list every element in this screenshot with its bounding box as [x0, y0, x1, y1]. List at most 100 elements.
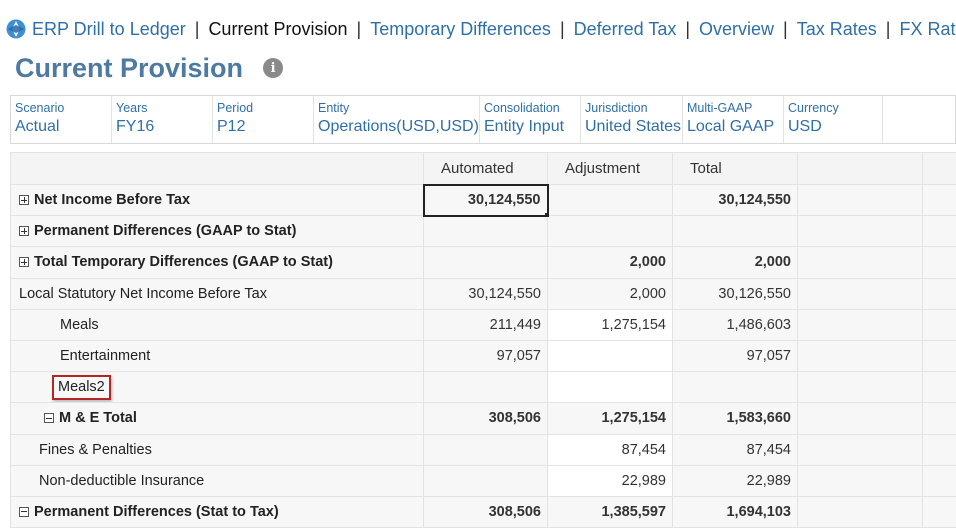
- cell-empty: [922, 277, 956, 310]
- pov-multi-gaap[interactable]: Multi-GAAP Local GAAP: [683, 96, 784, 143]
- table-row: Fines & Penalties 87,454 87,454: [10, 433, 956, 466]
- pov-entity-value[interactable]: Operations(USD,USD): [318, 116, 479, 138]
- row-header-m-e-total[interactable]: M & E Total: [10, 402, 424, 435]
- highlighted-row-label[interactable]: Meals2: [52, 374, 111, 400]
- row-header-fines-penalties[interactable]: Fines & Penalties: [10, 433, 424, 466]
- cell-automated[interactable]: 97,057: [423, 339, 548, 373]
- cell-total[interactable]: [672, 215, 798, 248]
- cell-automated[interactable]: [423, 433, 548, 466]
- row-header-net-income-before-tax[interactable]: Net Income Before Tax: [10, 183, 424, 217]
- cell-adjustment[interactable]: [547, 215, 673, 248]
- table-row: Net Income Before Tax 30,124,550 30,124,…: [10, 183, 956, 217]
- cell-empty: [797, 433, 923, 466]
- cell-adjustment[interactable]: 1,385,597: [547, 495, 673, 529]
- pov-consolidation-value[interactable]: Entity Input: [484, 116, 580, 138]
- row-header-meals[interactable]: Meals: [10, 308, 424, 341]
- nav-erp-drill-to-ledger[interactable]: ERP Drill to Ledger: [32, 19, 186, 40]
- expand-icon[interactable]: [19, 226, 29, 237]
- collapse-icon[interactable]: [19, 506, 29, 517]
- table-row: Permanent Differences (GAAP to Stat): [10, 215, 956, 248]
- row-header-permanent-differences-gaap-to-stat[interactable]: Permanent Differences (GAAP to Stat): [10, 215, 424, 248]
- cell-automated[interactable]: [423, 371, 548, 404]
- cell-total[interactable]: 87,454: [672, 433, 798, 466]
- cell-adjustment-input[interactable]: 87,454: [547, 433, 673, 466]
- row-header-permanent-differences-stat-to-tax[interactable]: Permanent Differences (Stat to Tax): [10, 495, 424, 529]
- pov-years-value[interactable]: FY16: [116, 116, 212, 138]
- row-header-total-temporary-differences[interactable]: Total Temporary Differences (GAAP to Sta…: [10, 246, 424, 279]
- cell-adjustment-input[interactable]: [547, 371, 673, 404]
- pov-period[interactable]: Period P12: [213, 96, 314, 143]
- nav-fx-rates[interactable]: FX Rates: [899, 19, 956, 40]
- cell-automated[interactable]: 211,449: [423, 308, 548, 341]
- cell-adjustment[interactable]: 2,000: [547, 277, 673, 310]
- expand-icon[interactable]: [19, 257, 29, 268]
- info-icon[interactable]: i: [263, 58, 284, 78]
- pov-currency[interactable]: Currency USD: [784, 96, 883, 143]
- row-header-entertainment[interactable]: Entertainment: [10, 339, 424, 373]
- cell-automated[interactable]: [423, 246, 548, 279]
- cell-empty: [797, 495, 923, 529]
- pov-currency-value[interactable]: USD: [788, 116, 882, 138]
- table-row: M & E Total 308,506 1,275,154 1,583,660: [10, 402, 956, 435]
- pov-entity-label: Entity: [318, 101, 350, 115]
- pov-jurisdiction[interactable]: Jurisdiction United States: [581, 96, 683, 143]
- cell-empty: [922, 339, 956, 373]
- pov-jurisdiction-value[interactable]: United States: [585, 116, 682, 138]
- cell-total[interactable]: 1,694,103: [672, 495, 798, 529]
- pov-consolidation[interactable]: Consolidation Entity Input: [480, 96, 581, 143]
- pov-scenario-value[interactable]: Actual: [15, 116, 111, 138]
- pov-scenario-label: Scenario: [15, 101, 65, 115]
- pov-jurisdiction-label: Jurisdiction: [585, 101, 648, 115]
- cell-automated[interactable]: 308,506: [423, 495, 548, 529]
- pov-years[interactable]: Years FY16: [112, 96, 213, 143]
- cell-adjustment-input[interactable]: [547, 339, 673, 373]
- pov-period-label: Period: [217, 101, 254, 115]
- cell-automated[interactable]: 30,124,550: [423, 277, 548, 310]
- column-header-adjustment[interactable]: Adjustment: [547, 152, 673, 185]
- column-header-automated[interactable]: Automated: [423, 152, 548, 185]
- column-header-total[interactable]: Total: [672, 152, 798, 185]
- provision-grid: Automated Adjustment Total Net Income Be…: [10, 152, 956, 529]
- table-row: Local Statutory Net Income Before Tax 30…: [10, 277, 956, 310]
- cell-total[interactable]: 30,126,550: [672, 277, 798, 310]
- cell-adjustment[interactable]: 2,000: [547, 246, 673, 279]
- cell-empty: [797, 339, 923, 373]
- cell-automated[interactable]: 308,506: [423, 402, 548, 435]
- collapse-icon[interactable]: [44, 413, 54, 424]
- cell-total[interactable]: 1,583,660: [672, 402, 798, 435]
- nav-current-provision[interactable]: Current Provision: [208, 19, 347, 40]
- cell-total[interactable]: 30,124,550: [672, 183, 798, 217]
- nav-tax-rates[interactable]: Tax Rates: [797, 19, 877, 40]
- cell-total[interactable]: 2,000: [672, 246, 798, 279]
- cell-empty: [797, 215, 923, 248]
- cell-total[interactable]: 97,057: [672, 339, 798, 373]
- row-label: Permanent Differences (GAAP to Stat): [34, 223, 297, 240]
- cell-empty: [797, 277, 923, 310]
- pov-entity[interactable]: Entity Operations(USD,USD): [314, 96, 480, 143]
- cell-adjustment[interactable]: 1,275,154: [547, 402, 673, 435]
- cell-total[interactable]: 1,486,603: [672, 308, 798, 341]
- pov-scenario[interactable]: Scenario Actual: [11, 96, 112, 143]
- cell-automated[interactable]: [423, 215, 548, 248]
- cell-empty: [922, 308, 956, 341]
- cell-empty: [922, 433, 956, 466]
- expand-icon[interactable]: [19, 195, 29, 206]
- cell-total[interactable]: 22,989: [672, 464, 798, 497]
- pov-currency-label: Currency: [788, 101, 839, 115]
- cell-empty: [922, 402, 956, 435]
- nav-temporary-differences[interactable]: Temporary Differences: [370, 19, 551, 40]
- pov-multi-gaap-label: Multi-GAAP: [687, 101, 753, 115]
- cell-total[interactable]: [672, 371, 798, 404]
- pov-period-value[interactable]: P12: [217, 116, 313, 138]
- cell-automated[interactable]: [423, 464, 548, 497]
- row-header-meals2[interactable]: Meals2: [10, 371, 424, 404]
- cell-automated[interactable]: 30,124,550: [422, 183, 549, 217]
- cell-adjustment-input[interactable]: 22,989: [547, 464, 673, 497]
- row-header-non-deductible-insurance[interactable]: Non-deductible Insurance: [10, 464, 424, 497]
- nav-deferred-tax[interactable]: Deferred Tax: [574, 19, 677, 40]
- row-header-local-statutory-net-income[interactable]: Local Statutory Net Income Before Tax: [10, 277, 424, 310]
- cell-adjustment[interactable]: [547, 183, 673, 217]
- pov-multi-gaap-value[interactable]: Local GAAP: [687, 116, 783, 138]
- nav-overview[interactable]: Overview: [699, 19, 774, 40]
- cell-adjustment-input[interactable]: 1,275,154: [547, 308, 673, 341]
